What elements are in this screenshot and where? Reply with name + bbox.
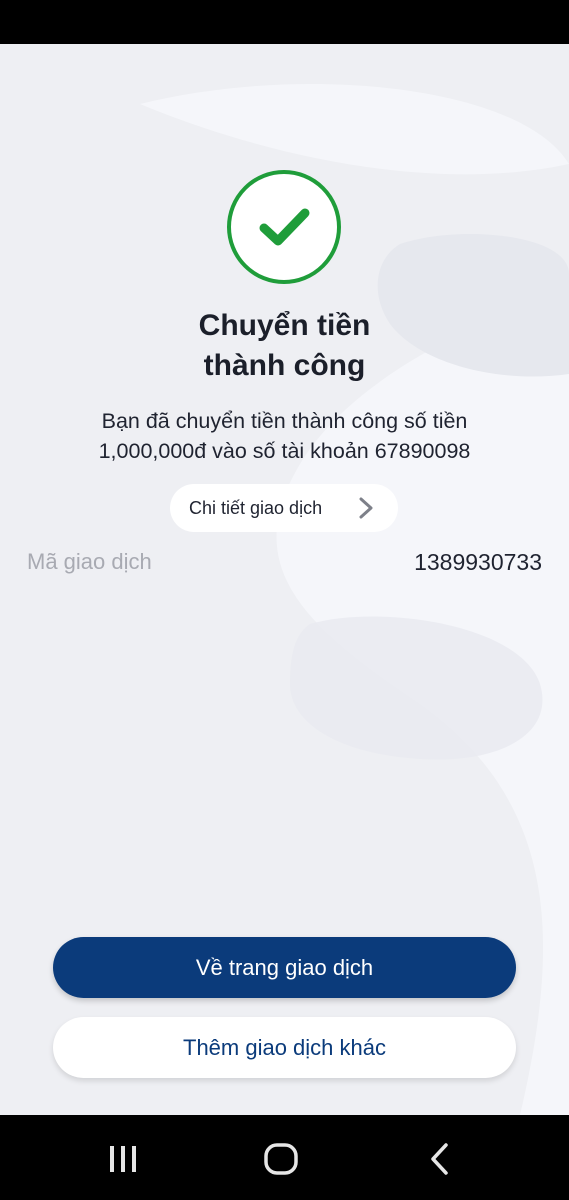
page-title: Chuyển tiền thành công bbox=[0, 306, 569, 386]
home-icon[interactable] bbox=[259, 1137, 303, 1181]
check-circle-icon bbox=[227, 170, 341, 284]
title-line-2: thành công bbox=[203, 349, 366, 382]
status-bar bbox=[0, 0, 569, 44]
system-navigation-bar bbox=[0, 1115, 569, 1200]
transaction-id-label: Mã giao dịch bbox=[27, 549, 152, 574]
transaction-details-label: Chi tiết giao dịch bbox=[189, 497, 323, 518]
transaction-details-button[interactable]: Chi tiết giao dịch bbox=[170, 484, 398, 532]
transaction-id-value: 1389930733 bbox=[414, 549, 542, 575]
success-message: Bạn đã chuyển tiền thành công số tiền 1,… bbox=[0, 406, 569, 466]
recents-icon[interactable] bbox=[101, 1137, 145, 1181]
message-line-2: 1,000,000đ vào số tài khoản 67890098 bbox=[98, 439, 471, 463]
transfer-result-screen: Chuyển tiền thành công Bạn đã chuyển tiề… bbox=[0, 44, 569, 1115]
message-line-1: Bạn đã chuyển tiền thành công số tiền bbox=[101, 409, 468, 433]
new-transaction-button[interactable]: Thêm giao dịch khác bbox=[53, 1017, 516, 1078]
title-line-1: Chuyển tiền bbox=[198, 309, 371, 342]
transaction-id-row: Mã giao dịch 1389930733 bbox=[27, 546, 542, 578]
back-icon[interactable] bbox=[419, 1137, 463, 1181]
screen: Chuyển tiền thành công Bạn đã chuyển tiề… bbox=[0, 0, 569, 1200]
chevron-right-icon bbox=[359, 497, 373, 519]
back-to-transactions-button[interactable]: Về trang giao dịch bbox=[53, 937, 516, 998]
